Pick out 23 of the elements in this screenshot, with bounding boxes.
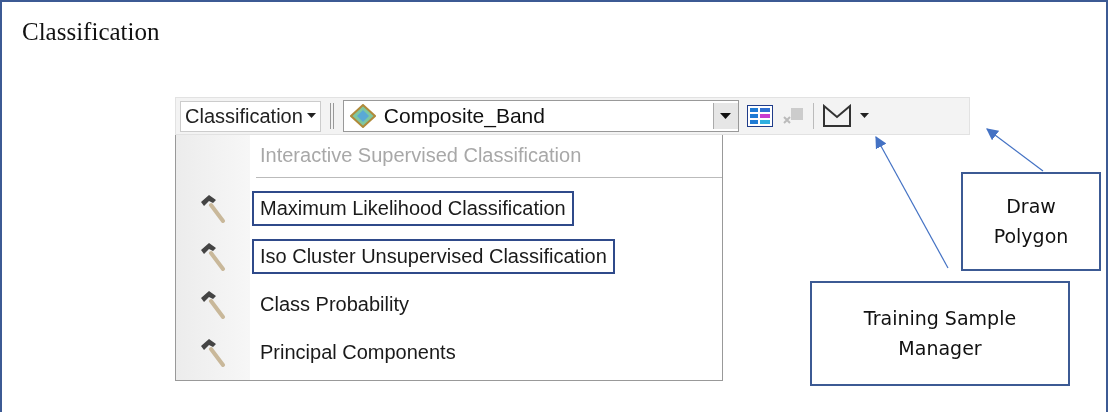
color-table-icon[interactable] <box>746 105 773 127</box>
menu-item[interactable]: Iso Cluster Unsupervised Classification <box>252 238 615 274</box>
caret-icon[interactable] <box>859 113 869 119</box>
figure-heading: Classification <box>22 18 160 46</box>
menu-item: Interactive Supervised Classification <box>259 142 583 168</box>
callout-box: Draw Polygon <box>961 172 1101 271</box>
menu-item[interactable]: Maximum Likelihood Classification <box>252 190 574 226</box>
hammer-icon <box>199 337 227 367</box>
classification-menu-button[interactable]: Classification <box>180 100 321 132</box>
hammer-icon <box>199 241 227 271</box>
menu-item[interactable]: Class Probability <box>252 286 417 322</box>
hammer-icon <box>199 289 227 319</box>
hammer-icon <box>199 193 227 223</box>
delete-icon <box>780 106 805 126</box>
menu-item[interactable]: Principal Components <box>252 334 464 370</box>
polygon-icon[interactable] <box>821 104 852 128</box>
layer-name: Composite_Band <box>383 104 546 128</box>
layer-dropdown[interactable]: Composite_Band <box>342 100 739 132</box>
raster-layer-icon <box>349 104 376 128</box>
caret-icon <box>306 113 316 119</box>
callout-box: Training Sample Manager <box>810 281 1070 386</box>
leader-arrow <box>986 128 1044 172</box>
toolbar-grip-icon <box>328 103 335 129</box>
